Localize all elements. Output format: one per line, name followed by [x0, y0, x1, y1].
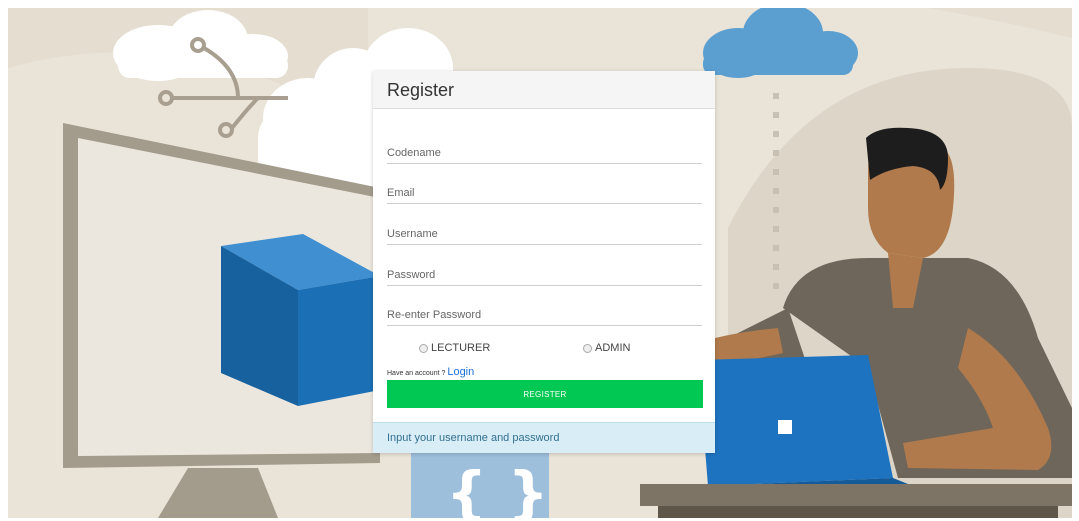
codename-input[interactable] [387, 142, 702, 164]
email-input[interactable] [387, 182, 702, 204]
register-panel: Register LECTURER ADMIN Have an account … [373, 71, 715, 453]
reenter-password-input[interactable] [387, 304, 702, 326]
braces-block-illustration: { } [411, 453, 549, 518]
login-link[interactable]: Login [447, 366, 474, 378]
admin-radio[interactable] [583, 343, 592, 353]
lecturer-label: LECTURER [431, 342, 491, 354]
admin-label: ADMIN [595, 342, 631, 354]
register-form: LECTURER ADMIN Have an account ? Login R… [373, 109, 715, 422]
role-lecturer-option[interactable]: LECTURER [419, 342, 490, 354]
svg-text:{ }: { } [446, 459, 549, 518]
lecturer-radio[interactable] [419, 343, 428, 353]
cloud-blue-illustration [703, 8, 858, 78]
panel-title: Register [387, 80, 455, 100]
role-admin-option[interactable]: ADMIN [583, 342, 630, 354]
password-input[interactable] [387, 264, 702, 286]
footer-message: Input your username and password [373, 422, 715, 453]
username-input[interactable] [387, 223, 702, 245]
register-button[interactable]: REGISTER [387, 380, 703, 408]
desk-illustration [640, 484, 1072, 506]
login-prompt: Have an account ? Login [387, 366, 474, 378]
have-account-text: Have an account ? [387, 370, 446, 377]
panel-heading: Register [373, 71, 715, 109]
